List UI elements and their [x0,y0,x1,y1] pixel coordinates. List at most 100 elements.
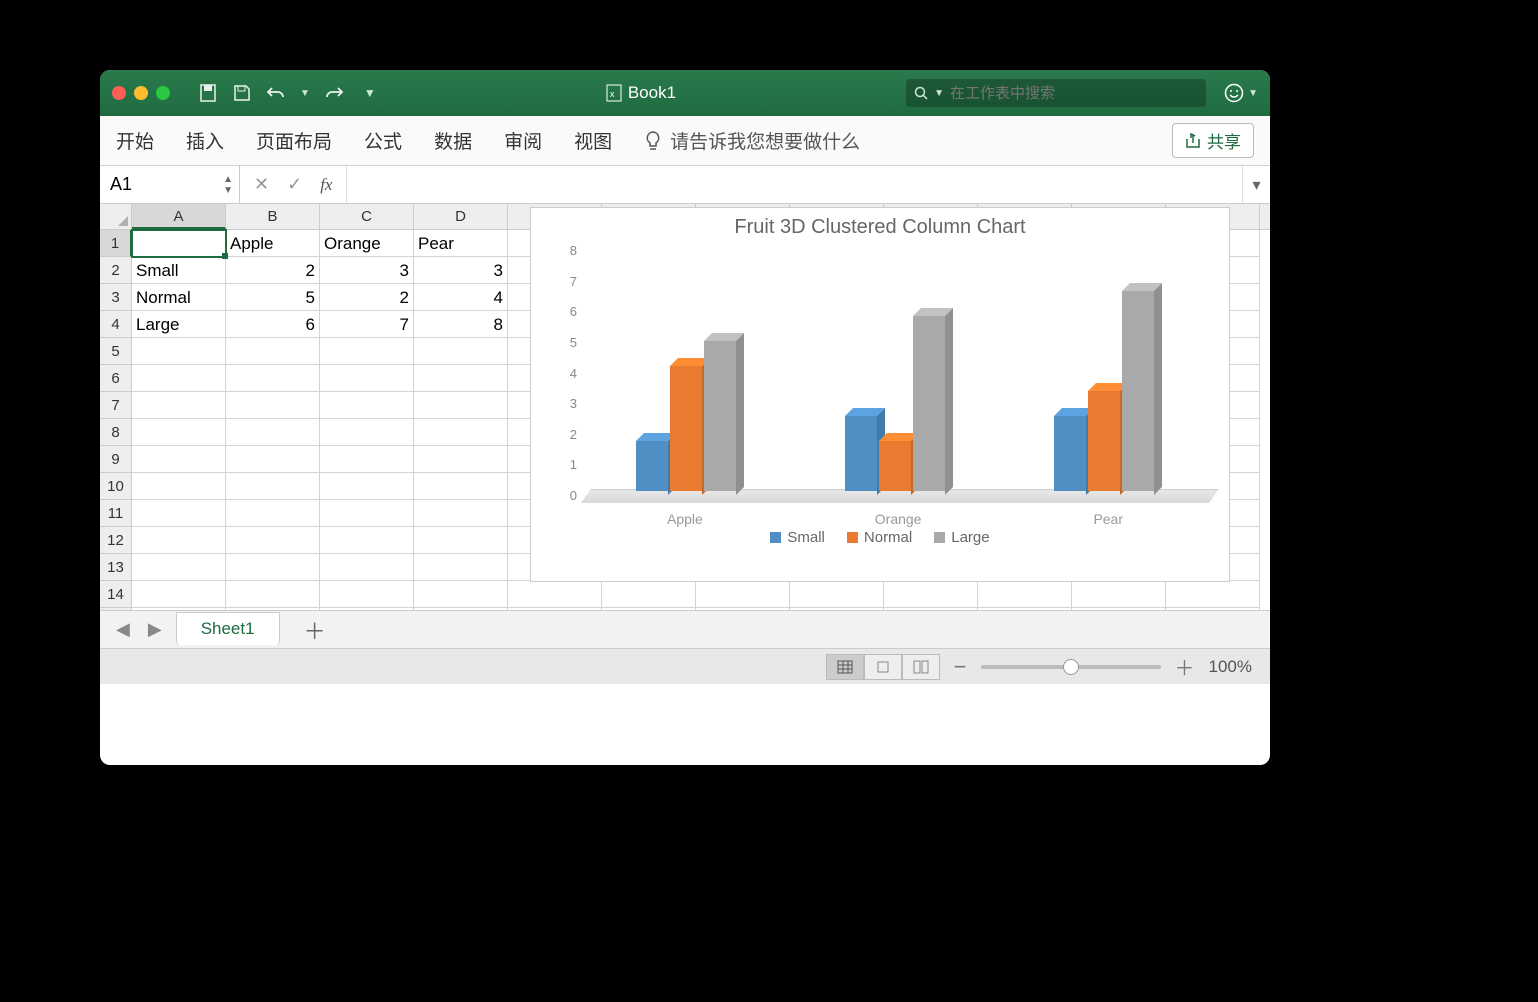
namebox-down-icon[interactable]: ▼ [223,185,233,196]
autosave-icon[interactable] [198,83,218,103]
cell[interactable] [132,365,226,392]
row-header[interactable]: 6 [100,365,132,392]
row-header-3[interactable]: 3 [100,284,132,311]
cell-C1[interactable]: Orange [320,230,414,257]
chart-bar[interactable] [845,416,877,491]
cell[interactable] [320,554,414,581]
row-header[interactable]: 11 [100,500,132,527]
cell[interactable] [414,338,508,365]
chart-bar[interactable] [1054,416,1086,491]
zoom-out-button[interactable]: − [954,654,967,680]
search-input[interactable] [950,85,1198,102]
namebox-up-icon[interactable]: ▲ [223,174,233,185]
cell[interactable] [226,419,320,446]
close-button[interactable] [112,86,126,100]
cell[interactable] [414,608,508,610]
cell[interactable] [414,392,508,419]
cell[interactable] [320,392,414,419]
cell[interactable] [132,608,226,610]
zoom-slider-thumb[interactable] [1063,659,1079,675]
chart-bar[interactable] [704,341,736,491]
share-button[interactable]: 共享 [1172,123,1254,158]
cell-D1[interactable]: Pear [414,230,508,257]
minimize-button[interactable] [134,86,148,100]
redo-icon[interactable] [324,83,344,103]
zoom-level[interactable]: 100% [1209,657,1252,677]
cell[interactable] [1166,581,1260,608]
cell-B1[interactable]: Apple [226,230,320,257]
cell[interactable] [132,473,226,500]
tab-formulas[interactable]: 公式 [364,127,402,154]
row-header[interactable]: 15 [100,608,132,610]
cell[interactable] [132,581,226,608]
cell[interactable] [226,527,320,554]
add-sheet-button[interactable]: ＋ [304,614,326,646]
cell[interactable] [226,338,320,365]
chart-bar[interactable] [913,316,945,491]
cell[interactable] [414,473,508,500]
cell[interactable] [1072,608,1166,610]
cell[interactable] [602,581,696,608]
cell-A2[interactable]: Small [132,257,226,284]
tab-home[interactable]: 开始 [116,127,154,154]
cell[interactable] [414,446,508,473]
cell-C4[interactable]: 7 [320,311,414,338]
tab-page-layout[interactable]: 页面布局 [256,127,332,154]
tab-view[interactable]: 视图 [574,127,612,154]
cell-D2[interactable]: 3 [414,257,508,284]
row-header-2[interactable]: 2 [100,257,132,284]
chart-bar[interactable] [879,441,911,491]
tell-me[interactable]: 请告诉我您想要做什么 [644,127,860,154]
col-header-D[interactable]: D [414,204,508,229]
row-header[interactable]: 7 [100,392,132,419]
embedded-chart[interactable]: Fruit 3D Clustered Column Chart 01234567… [530,207,1230,582]
cell[interactable] [226,581,320,608]
cell[interactable] [226,500,320,527]
cell[interactable] [320,446,414,473]
cell[interactable] [320,581,414,608]
row-header[interactable]: 9 [100,446,132,473]
row-header[interactable]: 14 [100,581,132,608]
cell[interactable] [320,473,414,500]
cell-B3[interactable]: 5 [226,284,320,311]
view-normal-icon[interactable] [826,654,864,680]
cell[interactable] [884,581,978,608]
cell[interactable] [790,608,884,610]
cell[interactable] [320,365,414,392]
cell[interactable] [226,473,320,500]
col-header-B[interactable]: B [226,204,320,229]
row-header[interactable]: 10 [100,473,132,500]
cell[interactable] [884,608,978,610]
name-box[interactable]: A1 ▲▼ [100,166,240,203]
feedback-button[interactable]: ▼ [1224,83,1258,103]
zoom-slider[interactable] [981,665,1161,669]
cell[interactable] [320,500,414,527]
col-header-A[interactable]: A [132,204,226,229]
cell[interactable] [320,608,414,610]
sheet-tab-sheet1[interactable]: Sheet1 [176,612,280,645]
cell-D3[interactable]: 4 [414,284,508,311]
maximize-button[interactable] [156,86,170,100]
cell-C3[interactable]: 2 [320,284,414,311]
cell-A3[interactable]: Normal [132,284,226,311]
formula-input[interactable] [347,166,1242,203]
cell[interactable] [790,581,884,608]
cell[interactable] [414,365,508,392]
cell[interactable] [132,392,226,419]
chart-bar[interactable] [636,441,668,491]
search-dropdown-icon[interactable]: ▼ [934,88,944,99]
sheet-nav-next-icon[interactable]: ▶ [144,619,166,640]
cell[interactable] [696,608,790,610]
cell[interactable] [320,419,414,446]
cell-A1[interactable] [132,230,226,257]
view-page-break-icon[interactable] [902,654,940,680]
cell[interactable] [602,608,696,610]
cell[interactable] [508,581,602,608]
cell[interactable] [1166,608,1260,610]
tab-data[interactable]: 数据 [434,127,472,154]
enter-icon[interactable]: ✓ [287,174,302,195]
select-all-corner[interactable] [100,204,132,229]
cancel-icon[interactable]: ✕ [254,174,269,195]
cell-A4[interactable]: Large [132,311,226,338]
cell[interactable] [414,419,508,446]
